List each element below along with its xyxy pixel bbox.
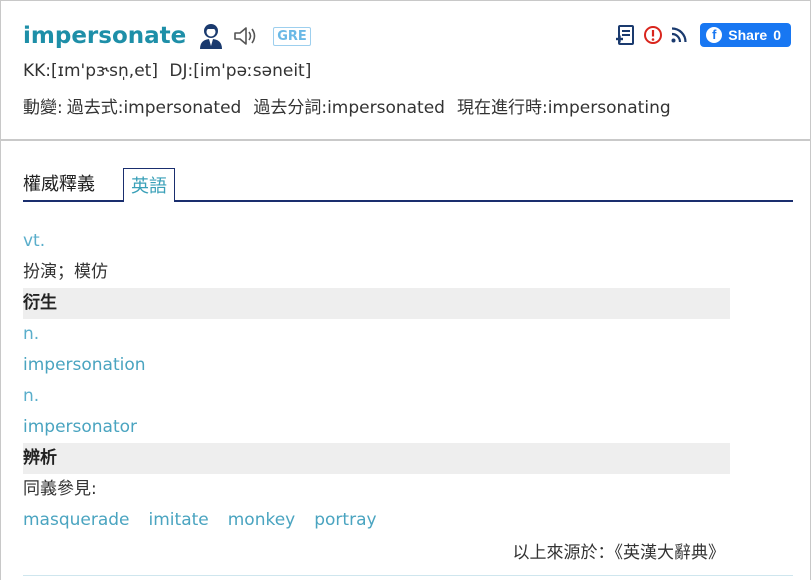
forms-label: 動變: — [23, 98, 63, 118]
speaker-icon[interactable] — [232, 24, 258, 48]
derivative-pos: n. — [23, 386, 40, 406]
facebook-share-button[interactable]: f Share 0 — [700, 23, 791, 47]
pronunciation-kk: KK:[ɪm'pɝsn̩,et] — [23, 61, 158, 81]
synonym-link-monkey[interactable]: monkey — [228, 510, 296, 530]
derivatives-heading: 衍生 — [23, 288, 730, 319]
form-present-participle: 現在進行時:impersonating — [456, 98, 671, 118]
analysis-heading: 辨析 — [23, 443, 730, 474]
entry-header: impersonate GRE KK:[ɪm'pɝsn̩,et] DJ:[im'… — [0, 0, 811, 141]
derivative-link-impersonation[interactable]: impersonation — [23, 355, 146, 375]
share-label: Share — [728, 27, 768, 43]
rss-icon[interactable] — [668, 24, 690, 46]
share-count: 0 — [773, 27, 781, 43]
pronunciation-dj: DJ:[im'pəːsəneit] — [169, 61, 312, 81]
entry-toolbar: f Share 0 — [616, 23, 791, 47]
synonym-label: 同義參見: — [23, 479, 97, 499]
report-icon[interactable] — [642, 24, 664, 46]
synonym-link-imitate[interactable]: imitate — [149, 510, 209, 530]
headword: impersonate — [23, 23, 187, 49]
source-attribution: 以上來源於：《英漢大辭典》 — [512, 543, 726, 563]
divider — [23, 575, 793, 576]
level-badge: GRE — [273, 26, 311, 46]
facebook-icon: f — [706, 27, 723, 43]
definition-content: vt. 扮演；模仿 衍生 n. impersonation n. imperso… — [23, 226, 730, 536]
derivative-link-impersonator[interactable]: impersonator — [23, 417, 137, 437]
headword-row: impersonate GRE — [23, 18, 311, 54]
form-past-participle: 過去分詞:impersonated — [253, 98, 445, 118]
wordbook-icon[interactable] — [616, 24, 638, 46]
definition-tabs: 權威釋義 英語 — [23, 168, 793, 202]
tab-authority[interactable]: 權威釋義 — [23, 170, 95, 196]
person-icon — [198, 22, 224, 50]
definition-text: 扮演；模仿 — [23, 262, 108, 282]
form-past: 過去式:impersonated — [66, 98, 242, 118]
tab-english[interactable]: 英語 — [123, 168, 175, 202]
synonym-link-portray[interactable]: portray — [314, 510, 376, 530]
derivative-pos: n. — [23, 324, 40, 344]
verb-forms-row: 動變: 過去式:impersonated 過去分詞:impersonated 現在進行… — [23, 93, 683, 118]
part-of-speech: vt. — [23, 231, 46, 251]
synonym-links: masquerade imitate monkey portray — [23, 505, 730, 536]
synonym-link-masquerade[interactable]: masquerade — [23, 510, 130, 530]
pronunciation-row: KK:[ɪm'pɝsn̩,et] DJ:[im'pəːsəneit] — [23, 61, 317, 81]
